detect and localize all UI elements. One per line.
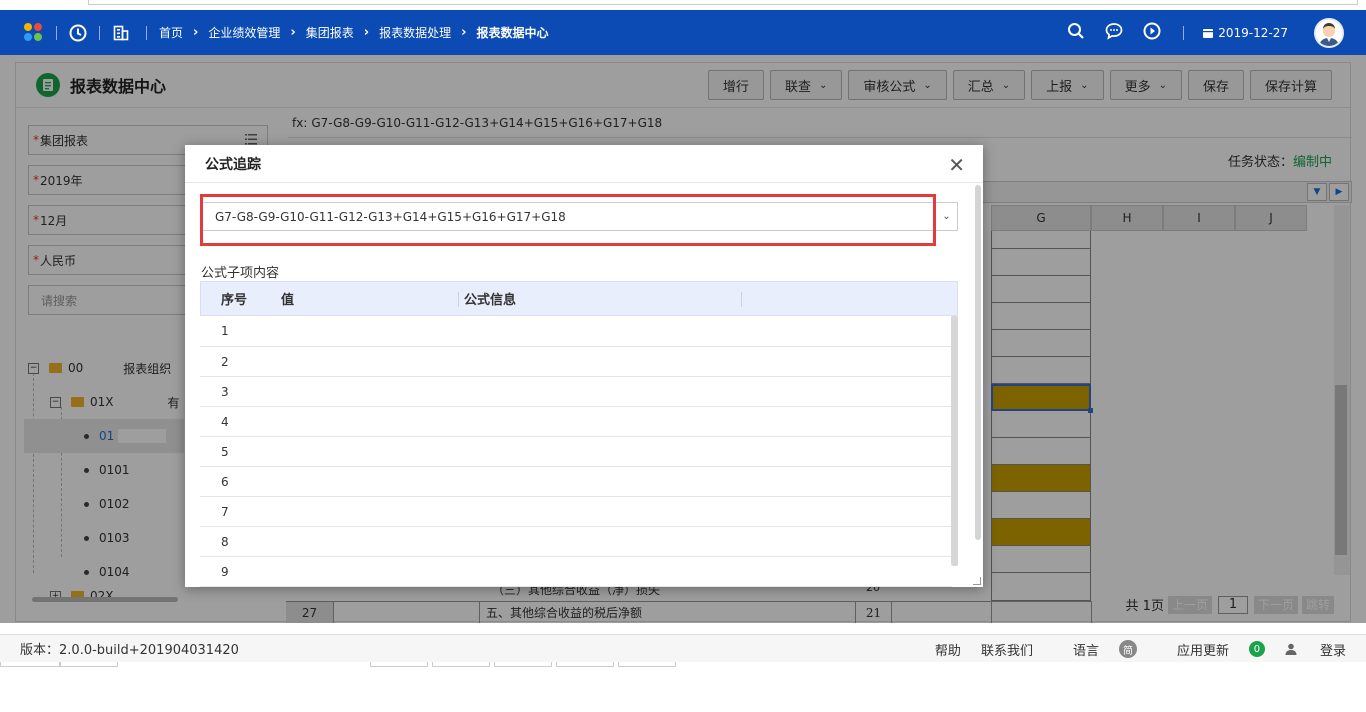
formula-select[interactable]: G7-G8-G9-G10-G11-G12-G13+G14+G15+G16+G17… bbox=[200, 202, 958, 231]
chevron-right-icon: › bbox=[461, 25, 467, 40]
breadcrumb-performance[interactable]: 企业绩效管理 bbox=[208, 24, 280, 41]
table-row[interactable]: 3 bbox=[200, 377, 952, 407]
table-row[interactable]: 8 bbox=[200, 527, 952, 557]
top-navbar: 首页 › 企业绩效管理 › 集团报表 › 报表数据处理 › 报表数据中心 201… bbox=[0, 10, 1366, 55]
language-badge: 简 bbox=[1118, 640, 1137, 658]
table-row[interactable]: 4 bbox=[200, 407, 952, 437]
chevron-right-icon: › bbox=[290, 25, 296, 40]
browser-top-strip bbox=[0, 0, 1366, 10]
breadcrumb-data-processing[interactable]: 报表数据处理 bbox=[379, 24, 451, 41]
dialog-header: 公式追踪 ✕ bbox=[185, 145, 983, 183]
header-index: 序号 bbox=[221, 293, 248, 308]
login-link[interactable]: 登录 bbox=[1285, 640, 1346, 659]
help-link[interactable]: 帮助 bbox=[935, 640, 961, 659]
calendar-icon bbox=[1203, 28, 1214, 38]
version-text: 2.0.0-build+201904031420 bbox=[59, 643, 239, 658]
contact-link[interactable]: 联系我们 bbox=[981, 640, 1033, 659]
search-icon[interactable] bbox=[1067, 22, 1085, 43]
subitem-label: 公式子项内容 bbox=[201, 266, 280, 281]
avatar[interactable] bbox=[1314, 17, 1344, 48]
app-logo-icon[interactable] bbox=[24, 22, 44, 43]
table-row[interactable]: 1 bbox=[200, 316, 952, 347]
chevron-right-icon: › bbox=[193, 25, 199, 40]
clock-icon[interactable] bbox=[69, 24, 87, 42]
below-footer-area bbox=[0, 662, 1366, 712]
table-body: 1 2 3 4 5 6 7 8 9 bbox=[200, 316, 952, 587]
play-circle-icon[interactable] bbox=[1143, 22, 1161, 43]
breadcrumb-home[interactable]: 首页 bbox=[159, 24, 183, 41]
resize-handle-icon[interactable] bbox=[973, 577, 981, 585]
subitem-table: 序号 值 公式信息 1 2 3 4 5 6 7 8 9 bbox=[200, 281, 958, 587]
building-icon[interactable] bbox=[112, 24, 130, 42]
chevron-down-icon[interactable]: ⌄ bbox=[935, 203, 957, 230]
app-update-link[interactable]: 应用更新 0 bbox=[1157, 640, 1265, 659]
chat-icon[interactable] bbox=[1105, 22, 1123, 43]
breadcrumb: 首页 › 企业绩效管理 › 集团报表 › 报表数据处理 › 报表数据中心 bbox=[159, 24, 549, 41]
table-row[interactable]: 2 bbox=[200, 347, 952, 377]
user-icon bbox=[1285, 643, 1297, 655]
table-row[interactable]: 6 bbox=[200, 467, 952, 497]
current-date[interactable]: 2019-12-27 bbox=[1202, 26, 1288, 40]
breadcrumb-current: 报表数据中心 bbox=[476, 26, 549, 40]
table-row[interactable]: 9 bbox=[200, 557, 952, 587]
header-value: 值 bbox=[281, 293, 295, 308]
table-vscroll[interactable] bbox=[951, 316, 958, 566]
footer: 版本：2.0.0-build+201904031420 帮助 联系我们 语言简 … bbox=[0, 634, 1366, 662]
close-icon[interactable]: ✕ bbox=[948, 153, 965, 177]
breadcrumb-group-report[interactable]: 集团报表 bbox=[306, 24, 354, 41]
dialog-vscroll[interactable] bbox=[975, 185, 981, 540]
language-link[interactable]: 语言简 bbox=[1053, 640, 1137, 659]
update-count-badge: 0 bbox=[1248, 641, 1265, 657]
dialog-title: 公式追踪 bbox=[205, 156, 261, 173]
chevron-right-icon: › bbox=[363, 25, 370, 40]
table-row[interactable]: 5 bbox=[200, 437, 952, 467]
table-header: 序号 值 公式信息 bbox=[200, 281, 958, 316]
formula-trace-dialog: 公式追踪 ✕ G7-G8-G9-G10-G11-G12-G13+G14+G15+… bbox=[185, 145, 983, 587]
header-formula-info: 公式信息 bbox=[464, 293, 517, 308]
table-row[interactable]: 7 bbox=[200, 497, 952, 527]
date-text: 2019-12-27 bbox=[1218, 25, 1288, 40]
